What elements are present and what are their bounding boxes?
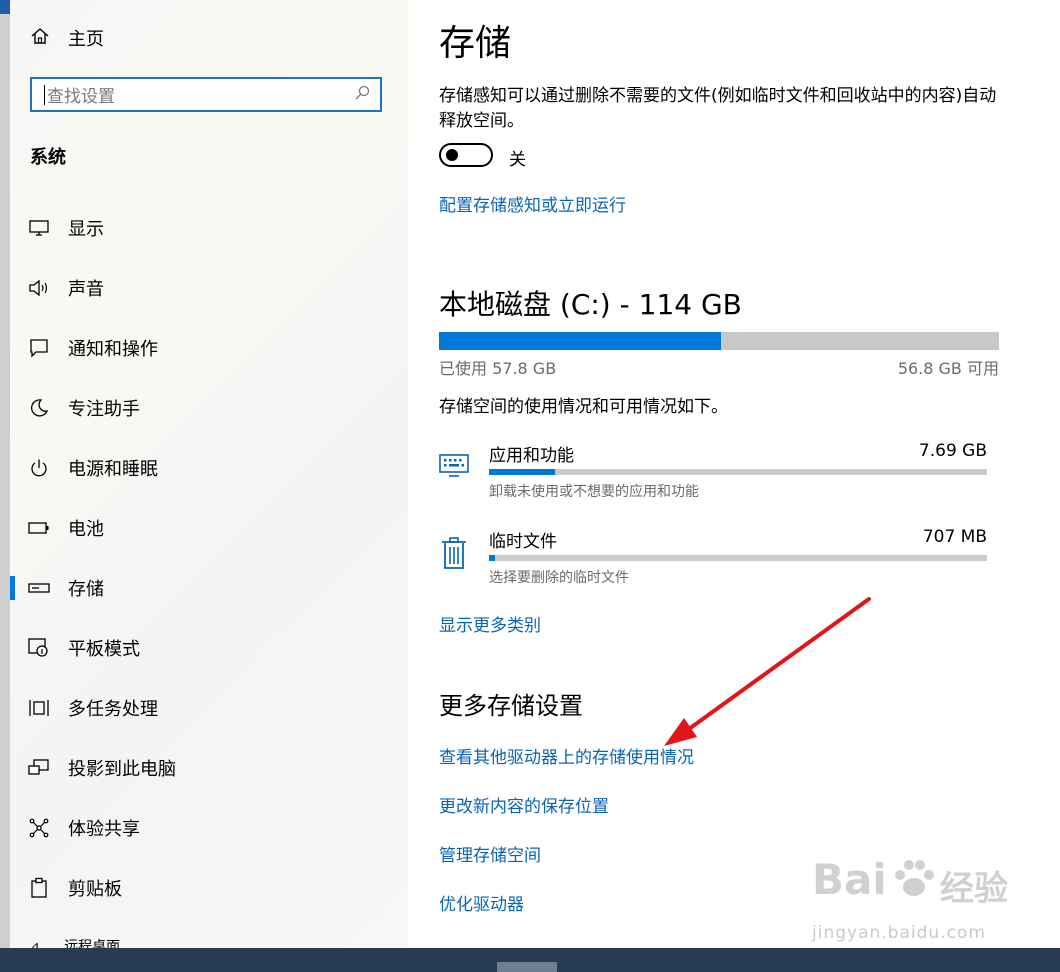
sidebar-item-label: 声音 — [68, 279, 104, 300]
storage-sense-description: 存储感知可以通过删除不需要的文件(例如临时文件和回收站中的内容)自动释放空间。 — [439, 86, 997, 131]
category-name: 临时文件 — [489, 532, 557, 552]
page-title: 存储 — [439, 23, 512, 64]
sidebar: 主页 查找设置 系统 显示 声音 通知和操作 专注助手 电源和睡眠 电池 存储 … — [10, 0, 408, 948]
section-title: 系统 — [30, 147, 66, 168]
view-other-drives-link[interactable]: 查看其他驱动器上的存储使用情况 — [439, 743, 694, 768]
search-placeholder: 查找设置 — [47, 87, 115, 107]
taskbar-active-segment[interactable] — [497, 962, 557, 972]
sidebar-item-label: 剪贴板 — [68, 879, 122, 900]
sidebar-item-label: 电池 — [68, 519, 104, 540]
sidebar-item-project-to-pc[interactable]: 投影到此电脑 — [10, 748, 408, 788]
paw-icon — [890, 855, 938, 907]
sidebar-item-focus-assist[interactable]: 专注助手 — [10, 388, 408, 428]
disk-usage-fill — [439, 332, 722, 350]
sidebar-item-label: 电源和睡眠 — [68, 459, 158, 480]
remote-desktop-icon: ⊿ — [28, 939, 40, 948]
category-usage-bar — [489, 469, 987, 475]
keyboard-icon — [439, 451, 469, 483]
home-button[interactable]: 主页 — [30, 22, 104, 54]
power-icon — [27, 456, 51, 480]
optimize-drives-link[interactable]: 优化驱动器 — [439, 890, 524, 915]
text-cursor — [44, 84, 45, 105]
toggle-state-label: 关 — [509, 150, 526, 170]
battery-icon — [27, 516, 51, 540]
category-subtitle: 卸载未使用或不想要的应用和功能 — [489, 484, 699, 500]
watermark-brand: Bai — [812, 855, 887, 904]
sidebar-item-label: 远程桌面 — [64, 939, 121, 948]
category-usage-fill — [489, 555, 495, 561]
toggle-knob — [446, 149, 458, 161]
category-usage-fill — [489, 469, 556, 475]
sidebar-item-remote-desktop[interactable]: ⊿ 远程桌面 — [28, 936, 120, 948]
available-space-label: 56.8 GB 可用 — [897, 359, 999, 378]
show-more-categories-link[interactable]: 显示更多类别 — [439, 611, 541, 636]
change-save-location-link[interactable]: 更改新内容的保存位置 — [439, 792, 609, 817]
home-label: 主页 — [68, 29, 104, 50]
sidebar-item-multitasking[interactable]: 多任务处理 — [10, 688, 408, 728]
storage-icon — [27, 576, 51, 600]
sidebar-item-display[interactable]: 显示 — [10, 208, 408, 248]
sidebar-item-shared-experiences[interactable]: 体验共享 — [10, 808, 408, 848]
category-usage-bar — [489, 555, 987, 561]
category-size: 7.69 GB — [918, 441, 987, 461]
sidebar-item-label: 通知和操作 — [68, 339, 158, 360]
sidebar-item-storage[interactable]: 存储 — [10, 568, 408, 608]
multitask-icon — [27, 696, 51, 720]
category-subtitle: 选择要删除的临时文件 — [489, 570, 629, 586]
category-apps-features[interactable]: 应用和功能 7.69 GB 卸载未使用或不想要的应用和功能 — [439, 441, 999, 511]
speaker-icon — [27, 276, 51, 300]
sidebar-item-power-sleep[interactable]: 电源和睡眠 — [10, 448, 408, 488]
sidebar-item-label: 体验共享 — [68, 819, 140, 840]
search-box[interactable]: 查找设置 — [30, 77, 382, 112]
window-edge-accent — [0, 0, 10, 14]
sidebar-item-tablet-mode[interactable]: 平板模式 — [10, 628, 408, 668]
monitor-icon — [27, 216, 51, 240]
taskbar — [0, 948, 1060, 972]
usage-description: 存储空间的使用情况和可用情况如下。 — [439, 397, 728, 417]
sidebar-item-label: 平板模式 — [68, 639, 140, 660]
tablet-mode-icon — [27, 636, 51, 660]
sidebar-item-label: 存储 — [68, 579, 104, 600]
category-size: 707 MB — [922, 527, 987, 547]
sidebar-item-label: 投影到此电脑 — [68, 759, 176, 780]
disk-title: 本地磁盘 (C:) - 114 GB — [439, 288, 742, 321]
disk-usage-bar — [439, 332, 999, 350]
more-storage-settings-title: 更多存储设置 — [439, 692, 583, 720]
watermark-brand-cn: 经验 — [940, 869, 1008, 909]
category-temporary-files[interactable]: 临时文件 707 MB 选择要删除的临时文件 — [439, 527, 999, 597]
trash-icon — [439, 537, 469, 569]
sidebar-item-label: 显示 — [68, 219, 104, 240]
sidebar-item-sound[interactable]: 声音 — [10, 268, 408, 308]
main-content: 存储 存储感知可以通过删除不需要的文件(例如临时文件和回收站中的内容)自动释放空… — [408, 0, 1060, 948]
share-icon — [27, 816, 51, 840]
storage-sense-toggle[interactable] — [439, 143, 493, 167]
watermark-url: jingyan.baidu.com — [812, 923, 986, 943]
category-name: 应用和功能 — [489, 446, 574, 466]
sidebar-item-battery[interactable]: 电池 — [10, 508, 408, 548]
manage-storage-spaces-link[interactable]: 管理存储空间 — [439, 841, 541, 866]
search-icon[interactable] — [354, 85, 370, 105]
clipboard-icon — [27, 876, 51, 900]
window-left-edge — [0, 0, 10, 972]
sidebar-item-label: 多任务处理 — [68, 699, 158, 720]
baidu-watermark: Bai 经验 jingyan.baidu.com — [812, 855, 1052, 950]
project-icon — [27, 756, 51, 780]
configure-storage-sense-link[interactable]: 配置存储感知或立即运行 — [439, 191, 626, 216]
sidebar-item-label: 专注助手 — [68, 399, 140, 420]
moon-icon — [27, 396, 51, 420]
sidebar-item-clipboard[interactable]: 剪贴板 — [10, 868, 408, 908]
notification-icon — [27, 336, 51, 360]
used-space-label: 已使用 57.8 GB — [439, 359, 557, 378]
sidebar-item-notifications[interactable]: 通知和操作 — [10, 328, 408, 368]
home-icon — [30, 26, 50, 50]
